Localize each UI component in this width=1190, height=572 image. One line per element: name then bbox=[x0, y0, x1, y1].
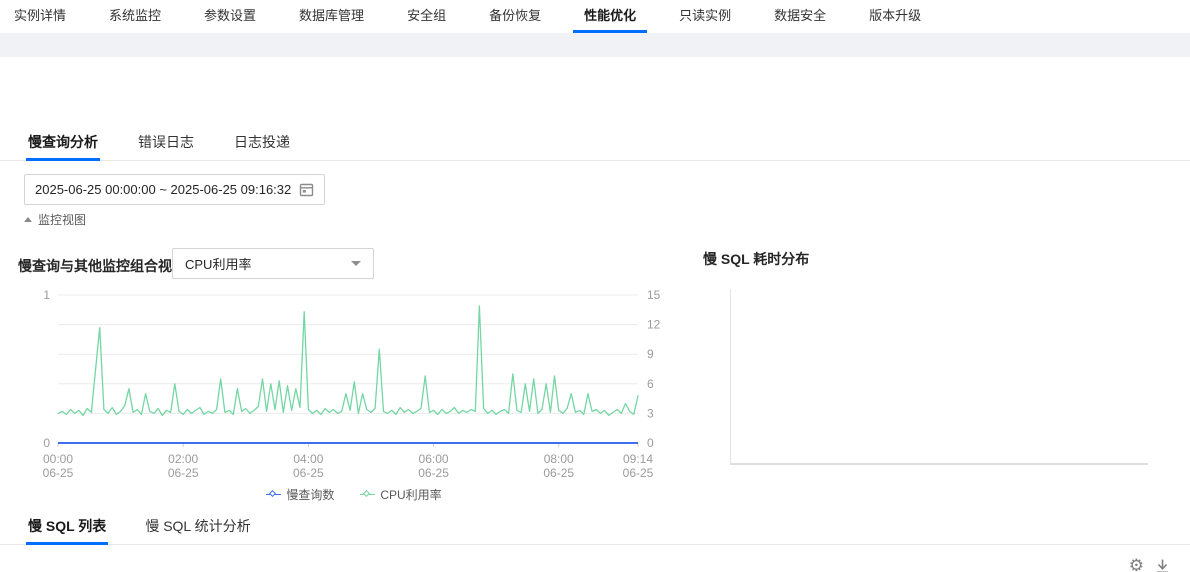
nav-tab-performance-optimization[interactable]: 性能优化 bbox=[573, 0, 648, 33]
slow-sql-tabs: 慢 SQL 列表 慢 SQL 统计分析 bbox=[0, 512, 1190, 545]
nav-tab-database-management[interactable]: 数据库管理 bbox=[288, 0, 375, 33]
metric-select-value: CPU利用率 bbox=[185, 257, 252, 272]
svg-text:9: 9 bbox=[647, 347, 654, 361]
nav-tab-backup-restore[interactable]: 备份恢复 bbox=[478, 0, 552, 33]
top-nav: 实例详情 系统监控 参数设置 数据库管理 安全组 备份恢复 性能优化 只读实例 … bbox=[0, 0, 1190, 33]
svg-text:06:00: 06:00 bbox=[419, 452, 449, 466]
table-toolbar: ⚙ bbox=[1129, 556, 1170, 572]
legend-marker-icon bbox=[360, 489, 376, 499]
svg-text:15: 15 bbox=[647, 288, 661, 302]
svg-text:0: 0 bbox=[647, 436, 654, 450]
svg-text:08:00: 08:00 bbox=[544, 452, 574, 466]
nav-tab-system-monitor[interactable]: 系统监控 bbox=[98, 0, 172, 33]
console-screen: 实例详情 系统监控 参数设置 数据库管理 安全组 备份恢复 性能优化 只读实例 … bbox=[0, 0, 1190, 572]
page-background-strip bbox=[0, 33, 1190, 57]
nav-tab-version-upgrade[interactable]: 版本升级 bbox=[858, 0, 932, 33]
legend-label: 慢查询数 bbox=[286, 488, 335, 502]
date-range-value: 2025-06-25 00:00:00 ~ 2025-06-25 09:16:3… bbox=[35, 182, 292, 197]
legend-marker-icon bbox=[266, 489, 282, 499]
chevron-down-icon bbox=[351, 261, 361, 266]
svg-text:0: 0 bbox=[43, 436, 50, 450]
gear-icon[interactable]: ⚙ bbox=[1129, 556, 1144, 572]
chart-legend: 慢查询数 CPU利用率 bbox=[24, 486, 684, 503]
svg-text:06-25: 06-25 bbox=[43, 466, 74, 480]
tab-log-delivery[interactable]: 日志投递 bbox=[234, 127, 290, 160]
nav-tab-parameter-settings[interactable]: 参数设置 bbox=[193, 0, 267, 33]
performance-content: 慢查询分析 错误日志 日志投递 2025-06-25 00:00:00 ~ 20… bbox=[0, 57, 1190, 572]
svg-text:06-25: 06-25 bbox=[293, 466, 324, 480]
legend-item[interactable]: 慢查询数 bbox=[266, 486, 334, 503]
nav-tab-data-security[interactable]: 数据安全 bbox=[763, 0, 837, 33]
legend-item[interactable]: CPU利用率 bbox=[360, 486, 442, 503]
download-icon[interactable] bbox=[1155, 558, 1170, 572]
svg-text:3: 3 bbox=[647, 406, 654, 420]
tab-slow-query-analysis[interactable]: 慢查询分析 bbox=[26, 127, 100, 161]
collapse-arrow-icon bbox=[24, 217, 32, 222]
svg-text:02:00: 02:00 bbox=[168, 452, 198, 466]
svg-text:1: 1 bbox=[43, 288, 50, 302]
nav-tab-readonly-instance[interactable]: 只读实例 bbox=[668, 0, 742, 33]
svg-text:06-25: 06-25 bbox=[168, 466, 199, 480]
svg-text:06-25: 06-25 bbox=[623, 466, 654, 480]
tab-error-log[interactable]: 错误日志 bbox=[138, 127, 194, 160]
svg-text:04:00: 04:00 bbox=[293, 452, 323, 466]
monitor-view-toggle[interactable]: 监控视图 bbox=[24, 211, 86, 228]
tab-slow-sql-stats[interactable]: 慢 SQL 统计分析 bbox=[145, 512, 250, 544]
svg-text:06-25: 06-25 bbox=[543, 466, 574, 480]
legend-label: CPU利用率 bbox=[380, 488, 442, 502]
combo-line-chart[interactable]: 036912150100:0006-2502:0006-2504:0006-25… bbox=[24, 285, 684, 481]
svg-text:00:00: 00:00 bbox=[43, 452, 73, 466]
svg-text:09:14: 09:14 bbox=[623, 452, 653, 466]
svg-text:6: 6 bbox=[647, 377, 654, 391]
log-tabs: 慢查询分析 错误日志 日志投递 bbox=[0, 127, 1190, 161]
date-range-picker[interactable]: 2025-06-25 00:00:00 ~ 2025-06-25 09:16:3… bbox=[24, 174, 325, 205]
svg-text:06-25: 06-25 bbox=[418, 466, 449, 480]
tab-slow-sql-list[interactable]: 慢 SQL 列表 bbox=[25, 512, 109, 545]
dist-chart-title: 慢 SQL 耗时分布 bbox=[703, 251, 810, 267]
monitor-view-label: 监控视图 bbox=[38, 213, 87, 227]
nav-tab-security-group[interactable]: 安全组 bbox=[396, 0, 457, 33]
combo-chart-label: 慢查询与其他监控组合视图 bbox=[18, 258, 186, 274]
nav-tab-instance-details[interactable]: 实例详情 bbox=[3, 0, 77, 33]
calendar-icon bbox=[299, 183, 314, 197]
svg-text:12: 12 bbox=[647, 318, 661, 332]
slow-sql-distribution-chart bbox=[730, 289, 1148, 465]
metric-select[interactable]: CPU利用率 bbox=[172, 248, 374, 279]
